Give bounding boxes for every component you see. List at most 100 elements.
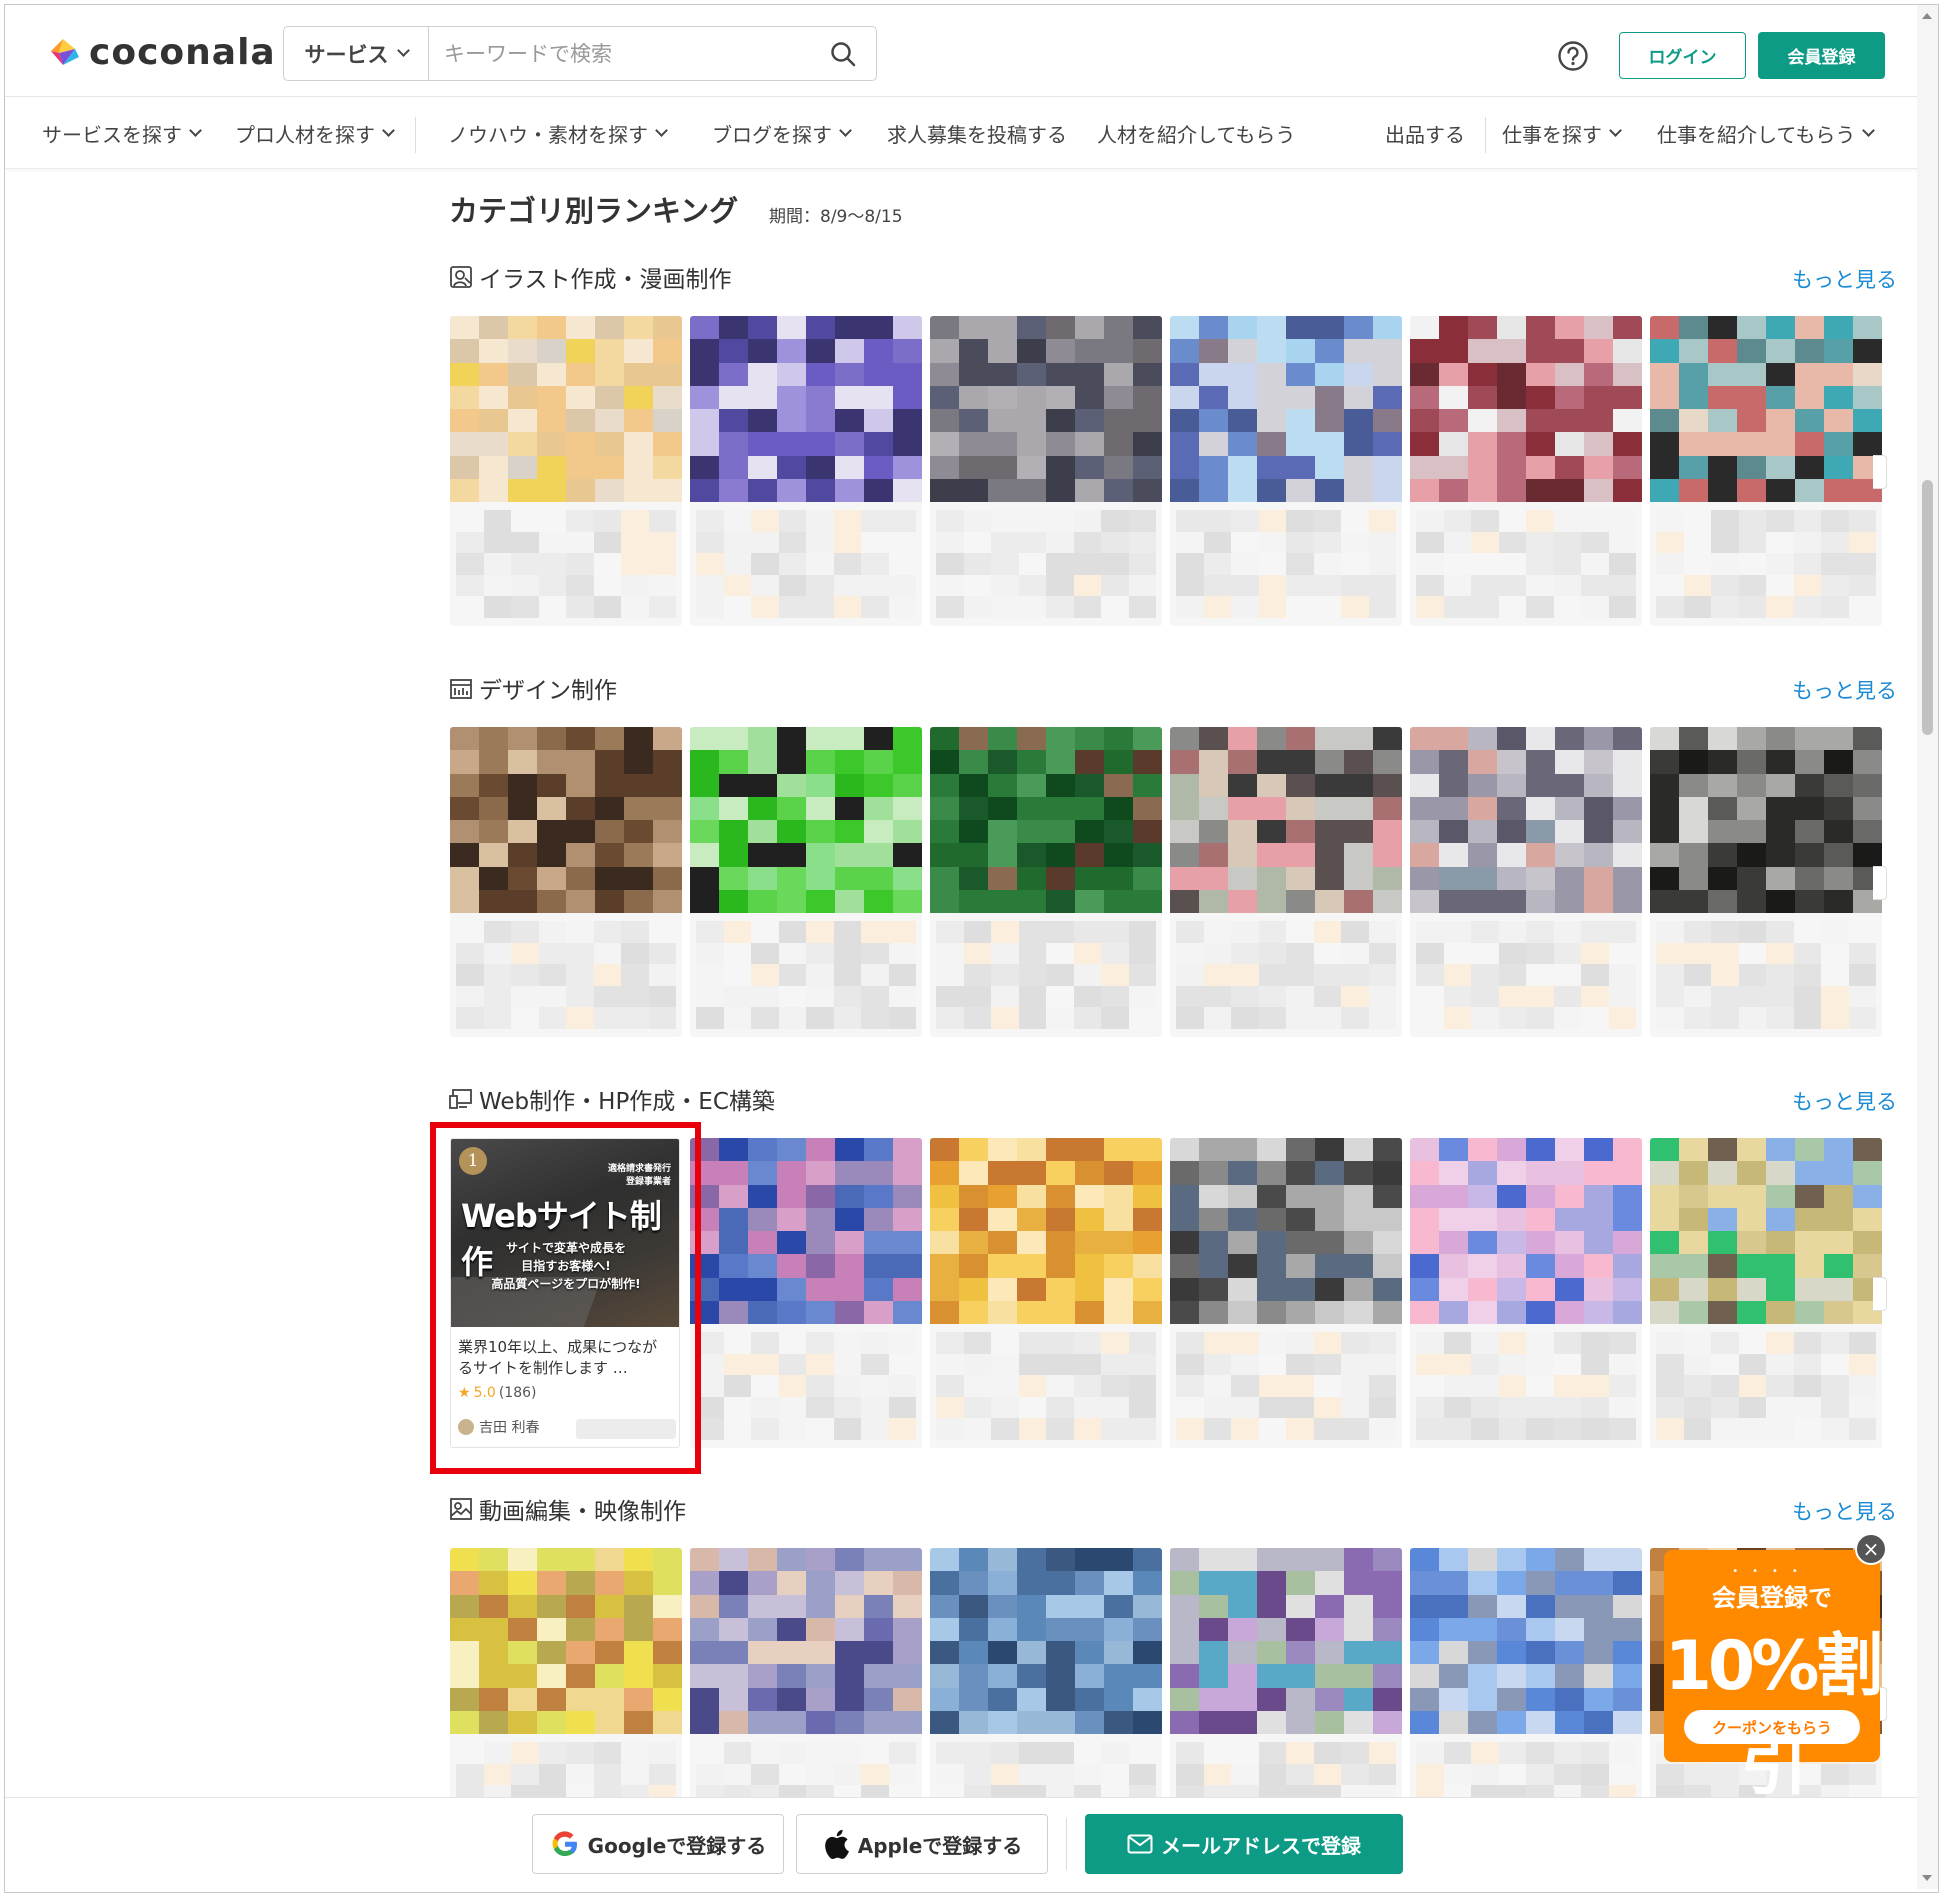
search-input[interactable] [429, 27, 810, 80]
nav-item-label: 出品する [1385, 122, 1465, 147]
nav-item-introduce-work[interactable]: 仕事を紹介してもらう [1657, 97, 1876, 169]
service-info-blurred [1650, 913, 1882, 1037]
more-link-web[interactable]: もっと見る [1792, 1086, 1897, 1116]
scrollbar[interactable] [1917, 5, 1938, 1889]
page: coconala サービス ログイン 会員登録 サービスを探す プロ人材 [0, 0, 1943, 1897]
service-card[interactable] [1410, 727, 1642, 1037]
search-category-select[interactable]: サービス [284, 27, 429, 80]
service-thumbnail-blurred [1170, 1138, 1402, 1324]
signup-footer-bar: Googleで登録する Appleで登録する メールアドレスで登録 [5, 1797, 1917, 1891]
nav-item-label: ノウハウ・素材を探す [448, 122, 648, 147]
service-thumbnail-blurred [930, 316, 1162, 502]
email-signup-button[interactable]: メールアドレスで登録 [1085, 1814, 1403, 1874]
service-card[interactable] [690, 1138, 922, 1448]
login-button[interactable]: ログイン [1619, 32, 1746, 79]
service-card[interactable] [1410, 1138, 1642, 1448]
nav-item-find-work[interactable]: 仕事を探す [1502, 97, 1622, 169]
nav-item-find-knowhow[interactable]: ノウハウ・素材を探す [448, 97, 668, 169]
illustration-icon [450, 266, 472, 288]
service-thumbnail-blurred [450, 316, 682, 502]
carousel-next-button[interactable] [1873, 455, 1887, 489]
nav-item-find-services[interactable]: サービスを探す [42, 97, 202, 169]
service-thumbnail-blurred [930, 1548, 1162, 1734]
help-icon[interactable] [1557, 40, 1589, 72]
chevron-down-icon [1609, 123, 1622, 137]
google-signup-button[interactable]: Googleで登録する [532, 1814, 784, 1874]
nav-divider [1485, 117, 1486, 153]
nav-item-sell[interactable]: 出品する [1385, 97, 1465, 169]
service-card[interactable] [450, 727, 682, 1037]
coupon-discount: 10%割引 [1664, 1627, 1884, 1805]
section-title-design: デザイン制作 [449, 671, 617, 705]
coupon-banner[interactable]: •••• 会員登録で 10%割引 クーポンをもらう [1664, 1550, 1883, 1805]
section-title-label: 動画編集・映像制作 [479, 1499, 686, 1525]
coupon-get-button[interactable]: クーポンをもらう [1684, 1710, 1860, 1744]
service-thumbnail-blurred [450, 727, 682, 913]
chevron-down-icon [1862, 123, 1876, 137]
chevron-down-icon [396, 44, 410, 57]
service-thumbnail-blurred [1650, 316, 1882, 502]
service-card[interactable] [1170, 1138, 1402, 1448]
scroll-down-arrow-icon[interactable] [1922, 1875, 1932, 1881]
service-thumbnail-blurred [1170, 1548, 1402, 1734]
service-card[interactable] [1170, 727, 1402, 1037]
nav-item-find-pros[interactable]: プロ人材を探す [235, 97, 395, 169]
nav-item-introduce-talent[interactable]: 人材を紹介してもらう [1097, 97, 1295, 169]
chevron-down-icon [655, 123, 668, 137]
monitor-icon [449, 1089, 472, 1109]
service-info-blurred [1170, 1324, 1402, 1448]
service-card[interactable] [690, 727, 922, 1037]
coupon-dots: •••• [1732, 1566, 1812, 1577]
card-row-design [450, 727, 1882, 1037]
signup-button[interactable]: 会員登録 [1758, 32, 1885, 79]
search-button[interactable] [810, 27, 876, 80]
service-info-blurred [450, 913, 682, 1037]
nav-item-find-blogs[interactable]: ブログを探す [712, 97, 852, 169]
video-icon [450, 1498, 472, 1520]
section-title-web: Web制作・HP作成・EC構築 [449, 1082, 775, 1116]
section-title-label: Web制作・HP作成・EC構築 [479, 1089, 775, 1115]
header: coconala サービス ログイン 会員登録 [5, 5, 1920, 97]
more-link-illustration[interactable]: もっと見る [1792, 264, 1897, 294]
service-thumbnail-blurred [1410, 1548, 1642, 1734]
service-card[interactable] [1170, 316, 1402, 626]
nav-item-label: 仕事を紹介してもらう [1657, 122, 1856, 147]
nav-item-label: サービスを探す [42, 122, 182, 147]
service-thumbnail-blurred [690, 1548, 922, 1734]
search-category-label: サービス [304, 42, 389, 67]
carousel-next-button[interactable] [1873, 866, 1887, 900]
service-card[interactable] [1410, 316, 1642, 626]
logo-text: coconala [89, 32, 276, 73]
service-info-blurred [690, 913, 922, 1037]
mail-icon [1127, 1834, 1153, 1854]
more-link-video[interactable]: もっと見る [1792, 1496, 1897, 1526]
carousel-next-button[interactable] [1873, 1277, 1887, 1311]
main-nav: サービスを探す プロ人材を探す ノウハウ・素材を探す ブログを探す 求人募集を投… [5, 97, 1920, 169]
service-card[interactable] [690, 316, 922, 626]
more-link-design[interactable]: もっと見る [1792, 675, 1897, 705]
service-thumbnail-blurred [1170, 727, 1402, 913]
nav-item-label: 人材を紹介してもらう [1097, 122, 1296, 147]
service-card[interactable] [930, 727, 1162, 1037]
nav-item-post-job[interactable]: 求人募集を投稿する [887, 97, 1067, 169]
footer-divider [1066, 1818, 1067, 1870]
logo[interactable]: coconala [45, 32, 276, 73]
scrollbar-thumb[interactable] [1922, 480, 1933, 735]
section-title-illustration: イラスト作成・漫画制作 [449, 260, 732, 294]
scroll-up-arrow-icon[interactable] [1922, 13, 1932, 19]
service-card[interactable] [930, 1138, 1162, 1448]
service-card[interactable] [1650, 316, 1882, 626]
close-icon[interactable]: × [1855, 1533, 1887, 1565]
service-card[interactable] [1650, 1138, 1882, 1448]
service-card[interactable] [930, 316, 1162, 626]
service-card[interactable] [450, 316, 682, 626]
service-info-blurred [1410, 913, 1642, 1037]
section-title-video: 動画編集・映像制作 [449, 1492, 686, 1526]
coupon-headline: 会員登録で [1712, 1584, 1832, 1612]
ranking-title: カテゴリ別ランキング [449, 194, 739, 228]
apple-signup-button[interactable]: Appleで登録する [796, 1814, 1048, 1874]
nav-item-label: 求人募集を投稿する [887, 122, 1067, 147]
service-card[interactable] [1650, 727, 1882, 1037]
nav-item-label: 仕事を探す [1502, 122, 1602, 147]
section-title-label: イラスト作成・漫画制作 [479, 267, 732, 293]
